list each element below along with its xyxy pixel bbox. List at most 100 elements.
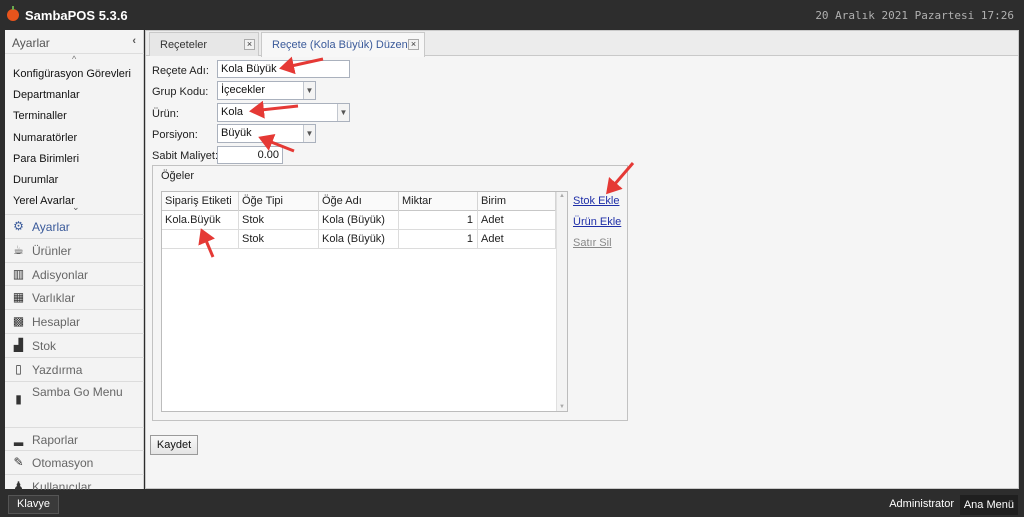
chevron-down-icon[interactable]: ▼ — [303, 125, 315, 142]
group-code-label: Grup Kodu: — [152, 86, 209, 98]
portion-value: Büyük — [221, 127, 252, 139]
sidebar-item-inventory[interactable]: ▟ Stok — [5, 332, 144, 357]
gear-icon: ⚙ — [13, 219, 24, 233]
sidebar-item-tickets[interactable]: ▥ Adisyonlar — [5, 261, 144, 286]
recipe-name-input[interactable]: Kola Büyük — [217, 60, 350, 78]
sidebar-item-label: Varlıklar — [32, 291, 76, 306]
column-header-item-name[interactable]: Öğe Adı — [319, 192, 399, 211]
sidebar-item-products[interactable]: ☕ Ürünler — [5, 237, 144, 262]
calculator-icon: ▩ — [12, 314, 25, 329]
tab-label: Reçete (Kola Büyük) Düzenle — [272, 39, 417, 51]
cell-unit[interactable]: Adet — [478, 211, 556, 230]
sidebar-item-label: Adisyonlar — [32, 267, 89, 282]
sidebar-item-label: Raporlar — [32, 432, 79, 447]
cell-item-type[interactable]: Stok — [239, 230, 319, 249]
save-button[interactable]: Kaydet — [150, 435, 198, 455]
table-row[interactable]: Stok Kola (Büyük) 1 Adet — [162, 230, 556, 249]
sidebar-header-label: Ayarlar — [12, 36, 50, 50]
tab-strip: Reçeteler × Reçete (Kola Büyük) Düzenle … — [146, 31, 1018, 57]
sidebar-subitem-departments[interactable]: Departmanlar — [5, 85, 144, 106]
sidebar-item-label: Stok — [32, 338, 57, 353]
sidebar-menu: ⚙ Ayarlar ☕ Ürünler ▥ Adisyonlar ▦ Varlı… — [5, 214, 144, 498]
sidebar-header: Ayarlar ‹ — [5, 30, 144, 54]
sidebar-item-label: Hesaplar — [32, 315, 81, 330]
fixed-cost-label: Sabit Maliyet: — [152, 150, 219, 162]
close-icon[interactable]: × — [244, 39, 255, 50]
sidebar-item-accounts[interactable]: ▩ Hesaplar — [5, 309, 144, 333]
add-product-link[interactable]: Ürün Ekle — [573, 216, 621, 228]
chevron-down-icon[interactable]: ▼ — [303, 82, 315, 99]
sidebar-item-label: Samba Go Menu — [32, 384, 123, 399]
delete-row-link[interactable]: Satır Sil — [573, 237, 612, 249]
settings-sublist: Konfigürasyon Görevleri Departmanlar Ter… — [5, 64, 144, 204]
scroll-down-icon[interactable]: ⌄ — [72, 202, 80, 213]
coffee-cup-icon: ☕ — [13, 242, 24, 257]
fixed-cost-input[interactable]: 0.00 — [217, 146, 283, 164]
sidebar-subitem-terminals[interactable]: Terminaller — [5, 106, 144, 127]
sidebar-item-label: Otomasyon — [32, 456, 94, 471]
portion-label: Porsiyon: — [152, 129, 198, 141]
bar-chart-icon: ▂ — [13, 431, 24, 446]
sidebar-subitem-task-configuration[interactable]: Konfigürasyon Görevleri — [5, 64, 144, 85]
close-icon[interactable]: × — [408, 39, 419, 50]
recipe-name-label: Reçete Adı: — [152, 65, 209, 77]
cell-order-tag[interactable]: Kola.Büyük — [162, 211, 239, 230]
add-stock-link[interactable]: Stok Ekle — [573, 195, 619, 207]
sidebar-item-automation[interactable]: ✎ Otomasyon — [5, 450, 144, 474]
status-bar: Klavye Administrator Ana Menü — [0, 490, 1024, 517]
cell-unit[interactable]: Adet — [478, 230, 556, 249]
items-grid: Sipariş Etiketi Öğe Tipi Öğe Adı Miktar … — [161, 191, 568, 412]
title-bar: SambaPOS 5.3.6 20 Aralık 2021 Pazartesi … — [0, 0, 1024, 30]
grid-scrollbar[interactable] — [556, 192, 567, 411]
scroll-up-icon[interactable]: ^ — [72, 54, 76, 64]
sidebar-item-label: Ürünler — [32, 243, 72, 258]
sambapos-logo-icon — [7, 6, 19, 21]
sidebar: Ayarlar ‹ ^ Konfigürasyon Görevleri Depa… — [5, 30, 144, 494]
cell-order-tag[interactable] — [162, 230, 239, 249]
sidebar-item-label: Ayarlar — [32, 220, 70, 234]
cell-quantity[interactable]: 1 — [399, 230, 478, 249]
sidebar-item-label: Yazdırma — [32, 362, 83, 377]
tab-recipes[interactable]: Reçeteler × — [149, 32, 259, 56]
product-value: Kola — [221, 106, 244, 118]
cell-quantity[interactable]: 1 — [399, 211, 478, 230]
table-row[interactable]: Kola.Büyük Stok Kola (Büyük) 1 Adet — [162, 211, 556, 230]
pencil-icon: ✎ — [13, 455, 24, 470]
sidebar-item-samba-go-menu[interactable]: ▮ Samba Go Menu — [5, 380, 144, 417]
clock: 20 Aralık 2021 Pazartesi 17:26 — [815, 9, 1014, 22]
portion-combo[interactable]: Büyük ▼ — [217, 124, 316, 143]
column-header-order-tag[interactable]: Sipariş Etiketi — [162, 192, 239, 211]
sidebar-item-printing[interactable]: ▯ Yazdırma — [5, 356, 144, 381]
collapse-chevron-icon[interactable]: ‹ — [132, 35, 136, 47]
document-icon: ▯ — [15, 361, 22, 376]
chevron-down-icon[interactable]: ▼ — [337, 104, 349, 121]
cell-item-name[interactable]: Kola (Büyük) — [319, 230, 399, 249]
group-code-value: İçecekler — [221, 84, 266, 96]
column-header-unit[interactable]: Birim — [478, 192, 556, 211]
tab-recipe-edit[interactable]: Reçete (Kola Büyük) Düzenle × — [261, 32, 425, 57]
sidebar-subitem-currencies[interactable]: Para Birimleri — [5, 149, 144, 170]
boxes-icon: ▟ — [13, 337, 24, 352]
sidebar-item-reports[interactable]: ▂ Raporlar — [5, 426, 144, 451]
grid-header: Sipariş Etiketi Öğe Tipi Öğe Adı Miktar … — [162, 192, 556, 211]
column-header-quantity[interactable]: Miktar — [399, 192, 478, 211]
product-combo[interactable]: Kola ▼ — [217, 103, 350, 122]
product-label: Ürün: — [152, 108, 179, 120]
group-code-combo[interactable]: İçecekler ▼ — [217, 81, 316, 100]
cell-item-type[interactable]: Stok — [239, 211, 319, 230]
items-groupbox: Öğeler Sipariş Etiketi Öğe Tipi Öğe Adı … — [152, 165, 628, 421]
column-header-item-type[interactable]: Öğe Tipi — [239, 192, 319, 211]
main-content: Reçeteler × Reçete (Kola Büyük) Düzenle … — [145, 30, 1019, 489]
main-menu-button[interactable]: Ana Menü — [959, 495, 1018, 515]
sidebar-subitem-states[interactable]: Durumlar — [5, 170, 144, 191]
keyboard-button[interactable]: Klavye — [8, 495, 60, 514]
items-group-title: Öğeler — [161, 170, 195, 182]
sidebar-item-entities[interactable]: ▦ Varlıklar — [5, 285, 144, 309]
books-icon: ▥ — [12, 266, 25, 281]
app-title: SambaPOS 5.3.6 — [25, 8, 128, 23]
current-user: Administrator — [889, 498, 954, 510]
tab-label: Reçeteler — [160, 39, 208, 51]
cell-item-name[interactable]: Kola (Büyük) — [319, 211, 399, 230]
sidebar-subitem-numerators[interactable]: Numaratörler — [5, 128, 144, 149]
sidebar-item-settings[interactable]: ⚙ Ayarlar — [5, 214, 144, 238]
